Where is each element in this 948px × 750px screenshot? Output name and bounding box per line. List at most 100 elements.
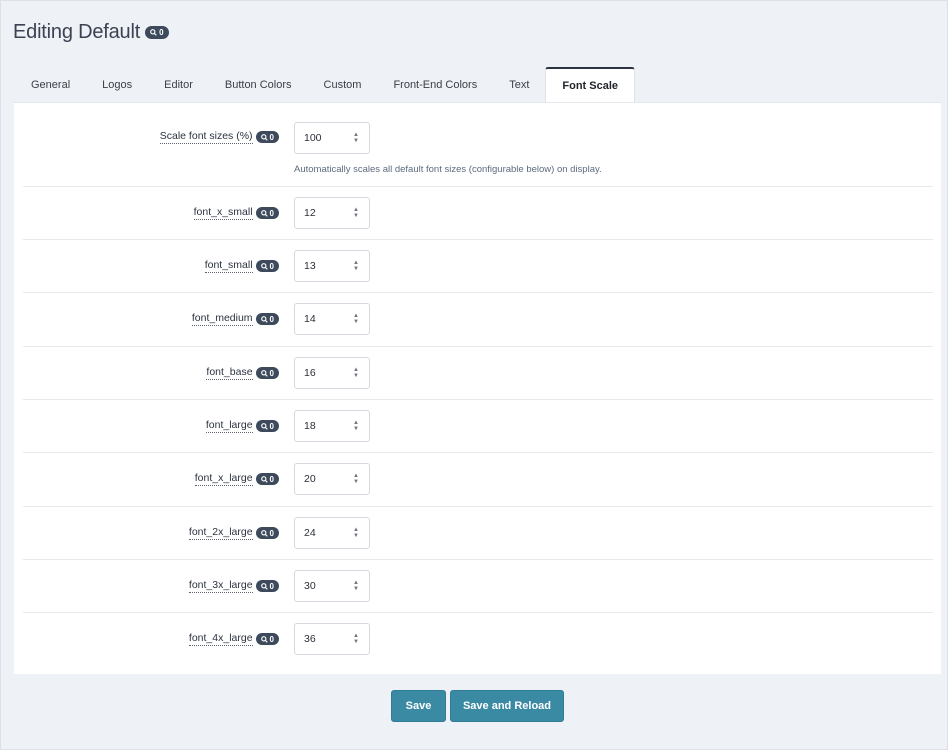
search-count-badge[interactable]: 0 (145, 26, 169, 39)
search-icon (260, 529, 268, 537)
input-value: 18 (304, 420, 316, 432)
tab-logos[interactable]: Logos (86, 67, 148, 103)
stepper-arrows-icon[interactable]: ▲ ▼ (353, 473, 359, 485)
tab-bar: General Logos Editor Button Colors Custo… (15, 67, 636, 103)
tab-font-scale[interactable]: Font Scale (545, 67, 636, 103)
input-value: 100 (304, 132, 322, 144)
tab-general[interactable]: General (15, 67, 86, 103)
setting-label-wrap: font_medium 0 (191, 312, 279, 326)
input-value: 12 (304, 207, 316, 219)
stepper-arrows-icon[interactable]: ▲ ▼ (353, 580, 359, 592)
input-value: 30 (304, 580, 316, 592)
input-value: 24 (304, 527, 316, 539)
search-icon (260, 315, 268, 323)
stepper-arrows-icon[interactable]: ▲ ▼ (353, 420, 359, 432)
save-and-reload-button[interactable]: Save and Reload (450, 690, 564, 722)
search-count-badge[interactable]: 0 (255, 313, 279, 325)
setting-label[interactable]: font_large (205, 419, 253, 433)
setting-row: font_3x_large 0 30 ▲ ▼ (23, 559, 933, 613)
number-input[interactable]: 18 ▲ ▼ (294, 410, 370, 442)
search-icon (260, 262, 268, 270)
setting-row: font_x_small 0 12 ▲ ▼ (23, 186, 933, 240)
input-value: 16 (304, 367, 316, 379)
input-value: 20 (304, 473, 316, 485)
stepper-arrows-icon[interactable]: ▲ ▼ (353, 132, 359, 144)
badge-count: 0 (269, 208, 274, 218)
setting-row: font_x_large 0 20 ▲ ▼ (23, 452, 933, 507)
search-icon (150, 29, 157, 36)
search-count-badge[interactable]: 0 (255, 473, 279, 485)
search-count-badge[interactable]: 0 (255, 420, 279, 432)
stepper-arrows-icon[interactable]: ▲ ▼ (353, 207, 359, 219)
setting-row: font_base 0 16 ▲ ▼ (23, 346, 933, 400)
search-count-badge[interactable]: 0 (255, 207, 279, 219)
setting-label-wrap: font_small 0 (204, 259, 279, 273)
tab-custom[interactable]: Custom (308, 67, 378, 103)
setting-label-wrap: font_4x_large 0 (188, 632, 279, 646)
number-input[interactable]: 13 ▲ ▼ (294, 250, 370, 282)
input-value: 36 (304, 633, 316, 645)
search-count-badge[interactable]: 0 (255, 367, 279, 379)
number-input[interactable]: 16 ▲ ▼ (294, 357, 370, 389)
number-input[interactable]: 20 ▲ ▼ (294, 463, 370, 495)
badge-count: 0 (269, 581, 274, 591)
setting-label-wrap: font_base 0 (206, 366, 279, 380)
badge-count: 0 (269, 474, 274, 484)
setting-label[interactable]: font_x_small (193, 206, 253, 220)
setting-label[interactable]: font_medium (191, 312, 253, 326)
form-footer: Save Save and Reload (14, 674, 941, 738)
setting-label[interactable]: font_base (206, 366, 253, 380)
setting-label[interactable]: font_small (204, 259, 253, 273)
badge-count: 0 (269, 421, 274, 431)
number-input[interactable]: 12 ▲ ▼ (294, 197, 370, 229)
setting-label[interactable]: Scale font sizes (%) (159, 130, 253, 144)
setting-label[interactable]: font_2x_large (188, 526, 253, 540)
tab-editor[interactable]: Editor (148, 67, 209, 103)
setting-row: font_small 0 13 ▲ ▼ (23, 239, 933, 293)
setting-label[interactable]: font_x_large (194, 472, 253, 486)
help-text: Automatically scales all default font si… (294, 164, 602, 175)
page-title: Editing Default (13, 21, 141, 43)
search-icon (260, 133, 268, 141)
stepper-arrows-icon[interactable]: ▲ ▼ (353, 367, 359, 379)
search-icon (260, 475, 268, 483)
setting-label-wrap: font_2x_large 0 (188, 526, 279, 540)
setting-label-wrap: font_3x_large 0 (188, 579, 279, 593)
badge-count: 0 (269, 368, 274, 378)
stepper-arrows-icon[interactable]: ▲ ▼ (353, 313, 359, 325)
settings-panel: Scale font sizes (%) 0 100 ▲ ▼ Automatica… (14, 102, 941, 675)
tab-text[interactable]: Text (493, 67, 545, 103)
stepper-arrows-icon[interactable]: ▲ ▼ (353, 527, 359, 539)
search-icon (260, 582, 268, 590)
number-input[interactable]: 14 ▲ ▼ (294, 303, 370, 335)
stepper-arrows-icon[interactable]: ▲ ▼ (353, 633, 359, 645)
page-frame: Editing Default 0 General Logos Editor B… (0, 0, 948, 750)
badge-count: 0 (269, 528, 274, 538)
badge-count: 0 (269, 132, 274, 142)
stepper-arrows-icon[interactable]: ▲ ▼ (353, 260, 359, 272)
number-input[interactable]: 36 ▲ ▼ (294, 623, 370, 655)
search-count-badge[interactable]: 0 (255, 633, 279, 645)
scale-input[interactable]: 100 ▲ ▼ (294, 122, 370, 154)
search-count-badge[interactable]: 0 (255, 527, 279, 539)
search-icon (260, 209, 268, 217)
setting-row: font_medium 0 14 ▲ ▼ (23, 292, 933, 347)
search-icon (260, 422, 268, 430)
search-count-badge[interactable]: 0 (255, 260, 279, 272)
search-count-badge[interactable]: 0 (255, 580, 279, 592)
setting-label-wrap: Scale font sizes (%) 0 (159, 130, 279, 144)
number-input[interactable]: 30 ▲ ▼ (294, 570, 370, 602)
setting-row: font_large 0 18 ▲ ▼ (23, 399, 933, 453)
number-input[interactable]: 24 ▲ ▼ (294, 517, 370, 549)
search-icon (260, 635, 268, 643)
input-value: 13 (304, 260, 316, 272)
setting-label[interactable]: font_3x_large (188, 579, 253, 593)
tab-front-end-colors[interactable]: Front-End Colors (377, 67, 493, 103)
save-button[interactable]: Save (391, 690, 446, 722)
search-count-badge[interactable]: 0 (255, 131, 279, 143)
setting-label-wrap: font_x_large 0 (194, 472, 279, 486)
setting-label[interactable]: font_4x_large (188, 632, 253, 646)
setting-label-wrap: font_large 0 (205, 419, 279, 433)
setting-label-wrap: font_x_small 0 (193, 206, 279, 220)
tab-button-colors[interactable]: Button Colors (209, 67, 308, 103)
